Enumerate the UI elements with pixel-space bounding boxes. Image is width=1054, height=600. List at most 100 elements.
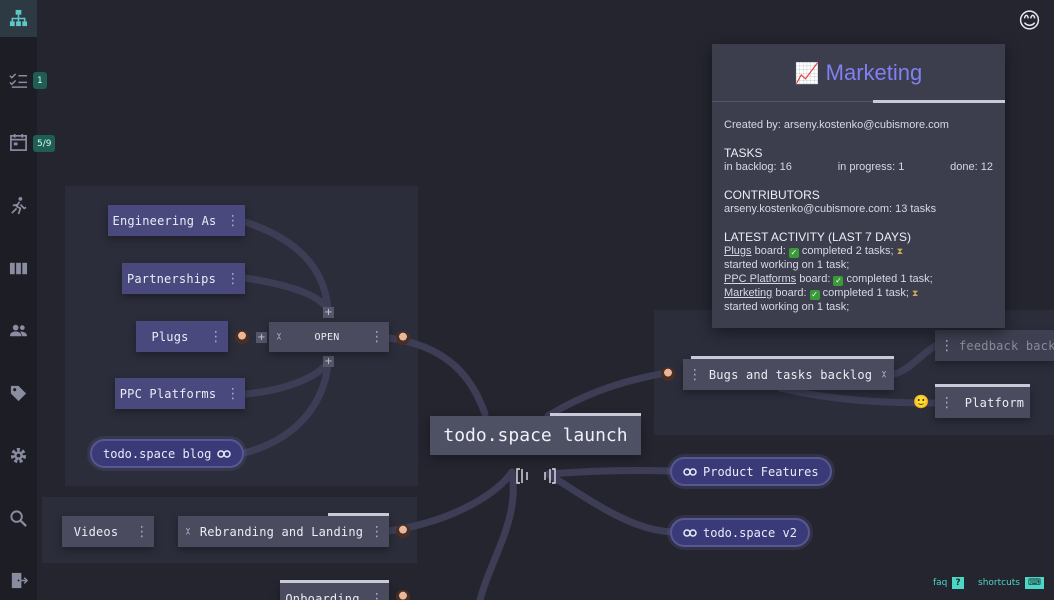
root-node[interactable]: todo.space launch bbox=[430, 413, 641, 455]
columns-icon bbox=[9, 262, 28, 275]
node-partnerships[interactable]: Partnerships ⋮ bbox=[122, 263, 245, 294]
link-icon bbox=[217, 449, 232, 458]
more-menu-icon[interactable]: ⋮ bbox=[935, 339, 959, 353]
sidebar-item-kanban[interactable] bbox=[0, 250, 37, 287]
more-menu-icon[interactable]: ⋮ bbox=[221, 387, 245, 401]
board-link[interactable]: Marketing bbox=[724, 287, 772, 299]
smiley-avatar-icon: 🙂 bbox=[913, 395, 930, 410]
shortcuts-link[interactable]: shortcuts ⌨ bbox=[978, 577, 1044, 589]
collapse-icon[interactable]: ⌄ ⌃ bbox=[269, 329, 289, 346]
more-menu-icon[interactable]: ⋮ bbox=[130, 525, 154, 539]
checklist-icon bbox=[9, 73, 28, 88]
link-icon bbox=[683, 528, 697, 537]
calendar-count-badge: 5/9 bbox=[33, 135, 56, 152]
created-by: Created by: arseny.kostenko@cubismore.co… bbox=[724, 119, 949, 131]
add-icon[interactable]: + bbox=[256, 332, 267, 343]
node-label: Videos bbox=[73, 524, 119, 539]
node-feedback[interactable]: ⋮ feedback back bbox=[935, 330, 1054, 361]
progress-bar bbox=[328, 513, 389, 516]
hourglass-icon: ⧗ bbox=[896, 246, 904, 256]
more-menu-icon[interactable]: ⋮ bbox=[204, 330, 228, 344]
collapse-icon[interactable]: ⌄ ⌃ bbox=[178, 523, 198, 540]
link-icon bbox=[683, 467, 697, 476]
node-ppc-platforms[interactable]: PPC Platforms ⋮ bbox=[115, 378, 245, 409]
board-info-popup: 📈 Marketing Created by: arseny.kostenko@… bbox=[712, 44, 1005, 328]
sidebar-item-search[interactable] bbox=[0, 500, 37, 537]
node-bugs-backlog[interactable]: ⋮ Bugs and tasks backlog ⌄ ⌃ bbox=[683, 356, 894, 390]
progress-bar bbox=[691, 356, 894, 359]
activity-text: board: bbox=[772, 287, 810, 299]
activity-completed: completed 2 tasks; bbox=[801, 245, 894, 257]
shortcuts-label: shortcuts bbox=[978, 578, 1020, 588]
avatar bbox=[661, 367, 675, 381]
node-platform[interactable]: ⋮ Platform bbox=[935, 384, 1030, 418]
collapse-icon[interactable]: ⌄ ⌃ bbox=[874, 366, 894, 383]
add-icon[interactable]: + bbox=[323, 307, 334, 318]
node-label: Partnerships bbox=[126, 271, 217, 286]
check-icon: ✓ bbox=[809, 290, 820, 300]
sidebar-item-boards[interactable] bbox=[0, 0, 37, 37]
check-icon: ✓ bbox=[788, 248, 799, 258]
node-onboarding[interactable]: Onboarding ⋮ bbox=[280, 580, 389, 600]
more-menu-icon[interactable]: ⋮ bbox=[221, 272, 245, 286]
tasks-title: TASKS bbox=[724, 146, 763, 160]
node-label: Plugs bbox=[151, 329, 189, 344]
board-link[interactable]: Plugs bbox=[724, 245, 752, 257]
activity-completed: completed 1 task; bbox=[822, 287, 909, 299]
node-label: Engineering As bbox=[112, 213, 217, 228]
sidebar-item-tags[interactable] bbox=[0, 375, 37, 412]
activity-row-1: Plugs board: ✓ completed 2 tasks; ⧗ bbox=[724, 244, 993, 258]
more-menu-icon[interactable]: ⋮ bbox=[365, 330, 389, 344]
node-rebranding[interactable]: ⌄ ⌃ Rebranding and Landing ⋮ bbox=[178, 513, 389, 547]
node-plugs[interactable]: Plugs ⋮ bbox=[136, 321, 228, 352]
node-videos[interactable]: Videos ⋮ bbox=[62, 516, 154, 547]
done-count: done: 12 bbox=[950, 161, 993, 173]
sidebar-item-settings[interactable] bbox=[0, 437, 37, 474]
board-link[interactable]: PPC Platforms bbox=[724, 273, 796, 285]
backlog-count: in backlog: 16 bbox=[724, 161, 792, 173]
sidebar-item-team[interactable] bbox=[0, 312, 37, 349]
more-menu-icon[interactable]: ⋮ bbox=[221, 214, 245, 228]
node-label: PPC Platforms bbox=[119, 386, 217, 401]
collapse-left-icon[interactable] bbox=[515, 467, 533, 485]
sidebar-item-calendar[interactable] bbox=[0, 124, 37, 161]
activity-text: board: bbox=[751, 245, 789, 257]
sidebar-item-logout[interactable] bbox=[0, 562, 37, 599]
user-mood-icon[interactable]: 😊 bbox=[1018, 9, 1041, 34]
activity-row-3: Marketing board: ✓ completed 1 task; ⧗ bbox=[724, 286, 993, 300]
link-node-todo-v2[interactable]: todo.space v2 bbox=[670, 518, 810, 547]
more-menu-icon[interactable]: ⋮ bbox=[683, 368, 707, 382]
node-label: OPEN bbox=[314, 331, 340, 343]
node-engineering[interactable]: Engineering As ⋮ bbox=[108, 205, 245, 236]
collapse-right-icon[interactable] bbox=[539, 467, 557, 485]
popup-header: 📈 Marketing bbox=[712, 44, 1005, 101]
link-node-blog[interactable]: todo.space blog bbox=[90, 439, 245, 468]
avatar bbox=[396, 590, 410, 600]
node-open-status[interactable]: ⌄ ⌃ OPEN ⋮ bbox=[269, 322, 389, 352]
question-icon: ? bbox=[952, 577, 964, 589]
progress-bar bbox=[873, 100, 1005, 103]
popup-title[interactable]: Marketing bbox=[826, 60, 923, 86]
popup-body: Created by: arseny.kostenko@cubismore.co… bbox=[724, 118, 993, 314]
search-icon bbox=[10, 510, 27, 527]
more-menu-icon[interactable]: ⋮ bbox=[935, 396, 959, 410]
sidebar-item-tasks[interactable] bbox=[0, 62, 37, 99]
gear-icon bbox=[10, 447, 27, 464]
activity-text: board: bbox=[796, 273, 834, 285]
progress-bar bbox=[280, 580, 389, 583]
tasks-count-badge: 1 bbox=[33, 72, 47, 89]
activity-started: started working on 1 task; bbox=[724, 301, 850, 313]
avatar bbox=[396, 524, 410, 538]
faq-link[interactable]: faq ? bbox=[933, 577, 964, 589]
tag-icon bbox=[10, 385, 27, 402]
avatar bbox=[235, 330, 249, 344]
more-menu-icon[interactable]: ⋮ bbox=[365, 525, 389, 539]
link-node-product-features[interactable]: Product Features bbox=[670, 457, 832, 486]
add-icon[interactable]: + bbox=[323, 356, 334, 367]
more-menu-icon[interactable]: ⋮ bbox=[365, 592, 389, 600]
calendar-icon bbox=[10, 133, 27, 151]
node-label: todo.space v2 bbox=[703, 525, 797, 540]
sidebar-item-activity[interactable] bbox=[0, 187, 37, 224]
door-exit-icon bbox=[11, 572, 28, 589]
node-label: feedback back bbox=[959, 338, 1054, 353]
